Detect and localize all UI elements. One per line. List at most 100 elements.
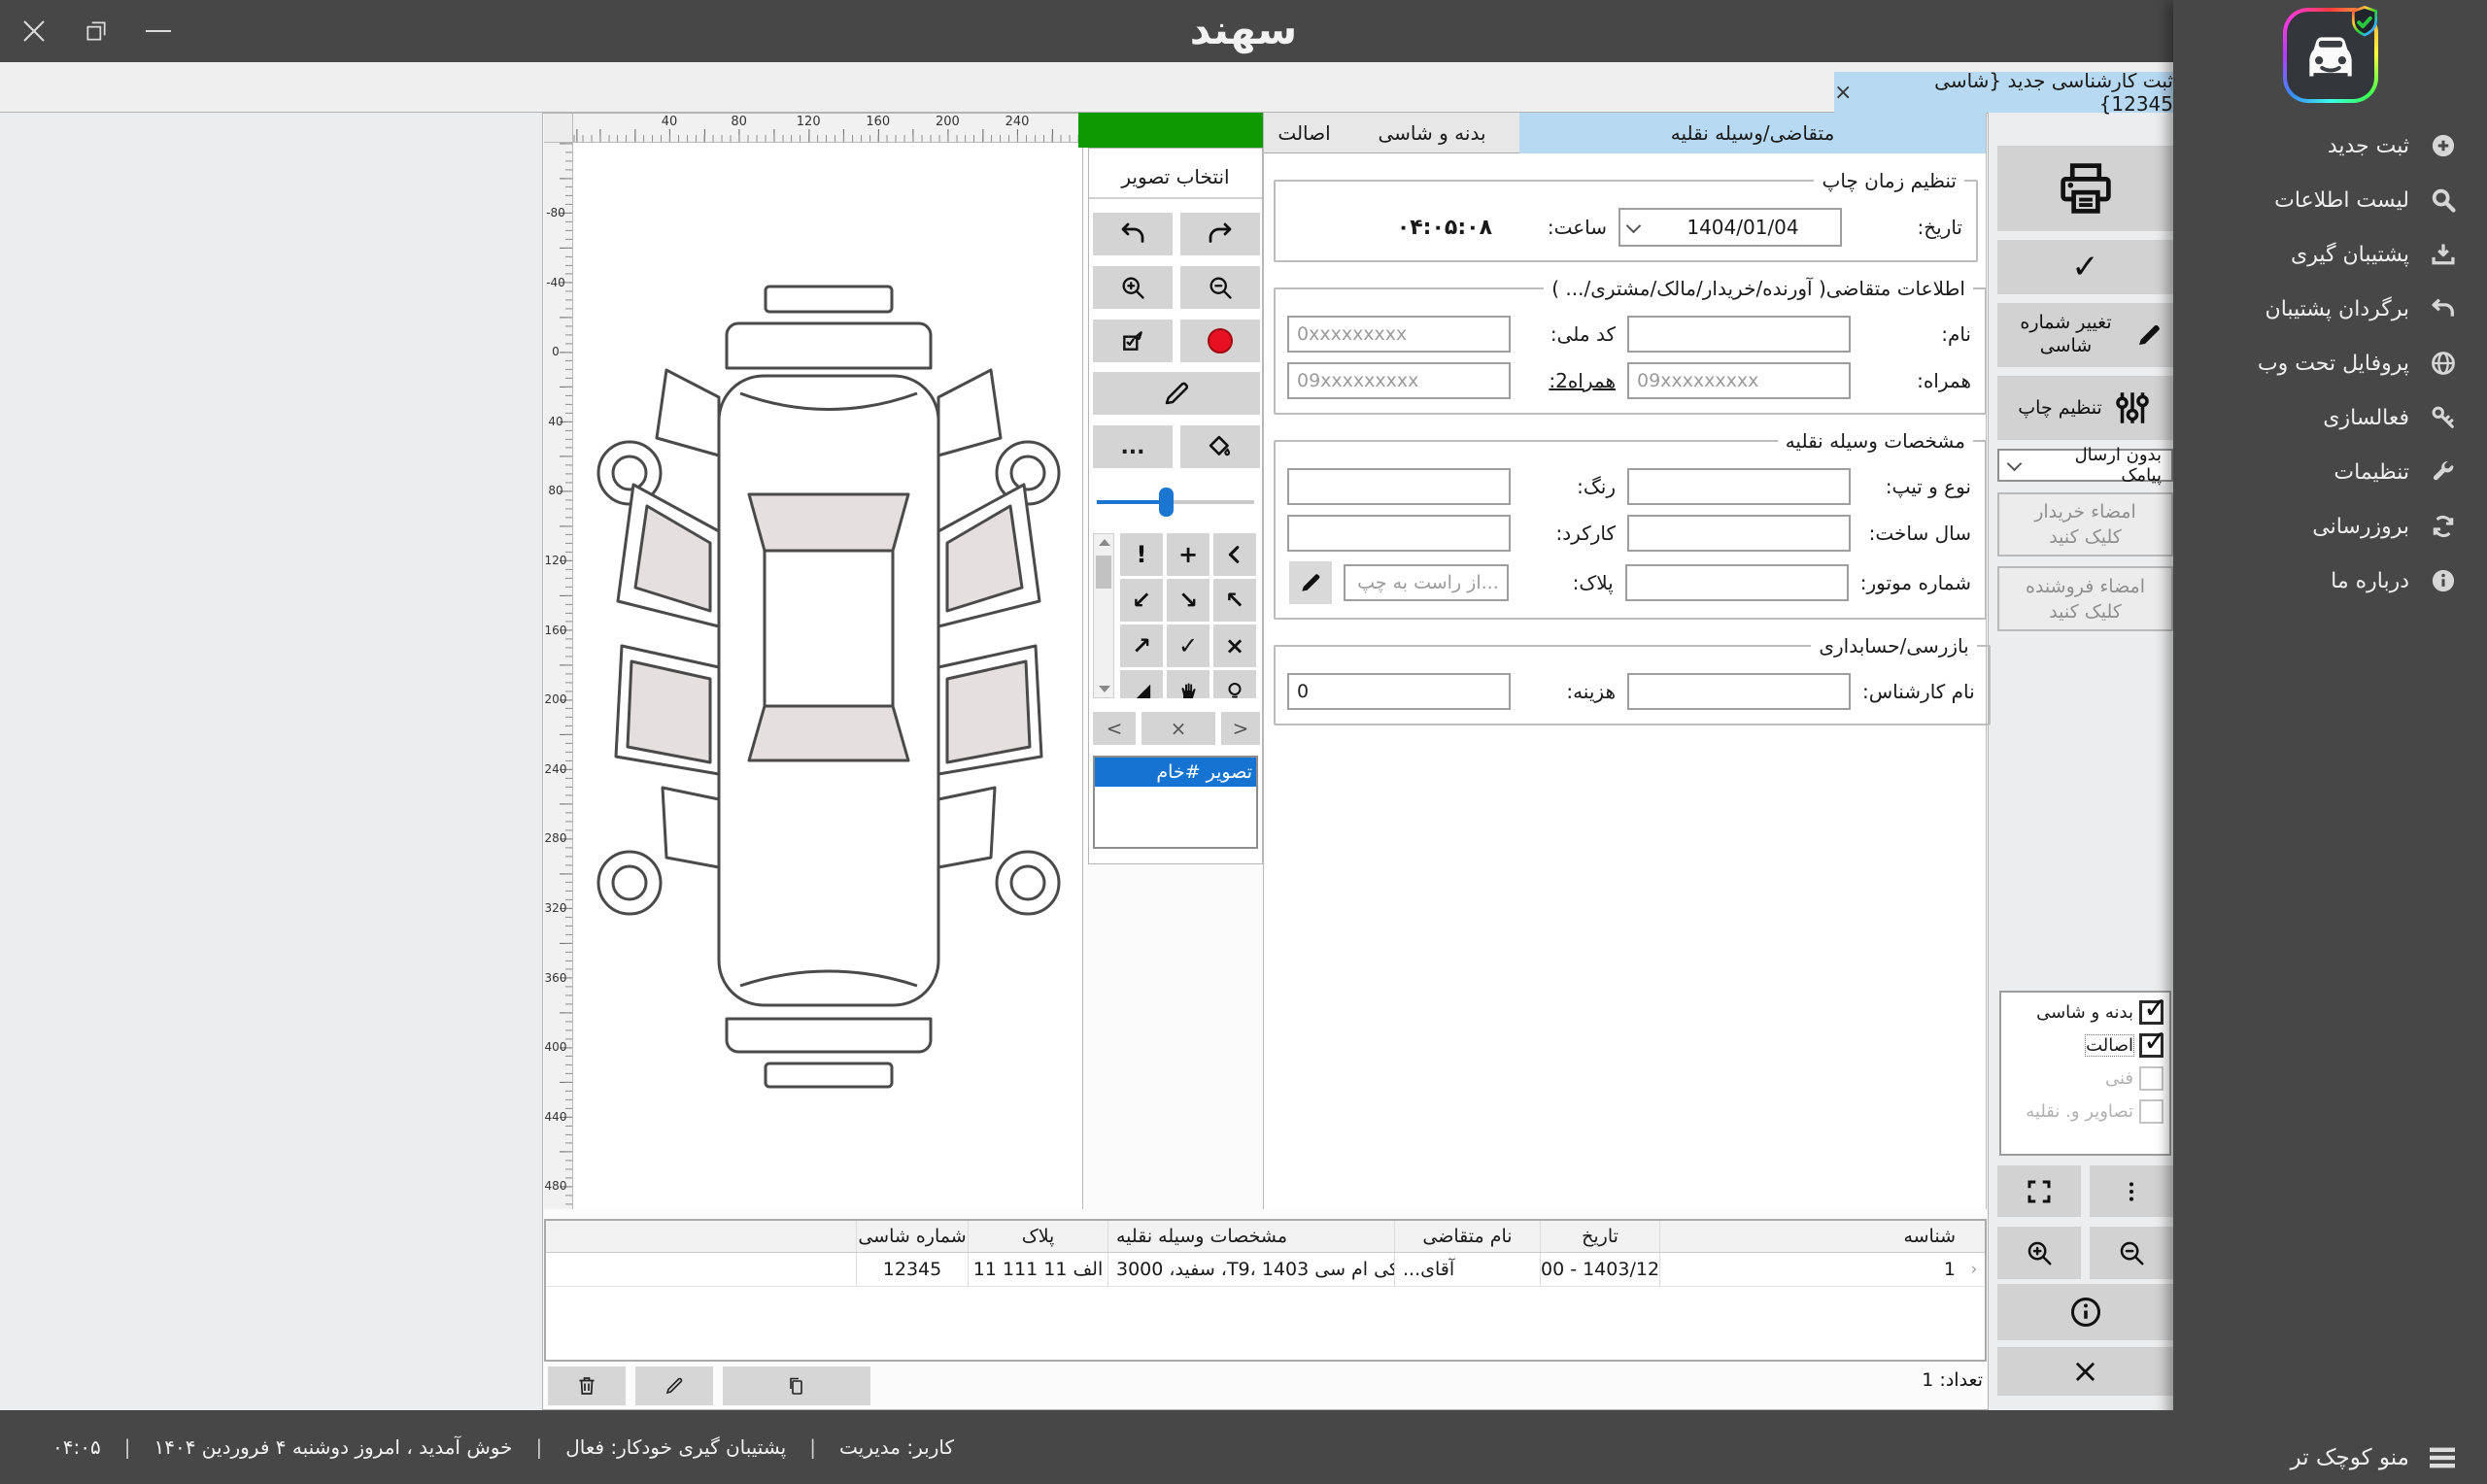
sms-dropdown[interactable]: بدون ارسال پیامک [1997, 449, 2173, 482]
year-input[interactable] [1627, 515, 1851, 552]
header-date[interactable]: تاریخ [1540, 1221, 1659, 1252]
brush-size-slider-thumb[interactable] [1159, 488, 1174, 517]
info-button[interactable] [1997, 1284, 2173, 1340]
national-id-input[interactable] [1287, 316, 1511, 353]
marker-grid-scrollbar[interactable] [1093, 533, 1114, 698]
buyer-signature-button[interactable]: امضاء خریدار کلیک کنید [1997, 492, 2173, 556]
expert-name-input[interactable] [1627, 673, 1851, 710]
marker-arrow-down-left-button[interactable]: ↙ [1120, 579, 1163, 622]
mobile2-input[interactable] [1287, 362, 1511, 399]
header-vehicle[interactable]: مشخصات وسیله نقلیه [1107, 1221, 1394, 1252]
select-stamp-button[interactable] [1093, 320, 1173, 362]
ruler-tick-label: 80 [544, 484, 567, 497]
records-table[interactable]: شناسه تاریخ نام متقاضی مشخصات وسیله نقلی… [544, 1219, 1987, 1362]
date-combobox[interactable]: 1404/01/04 [1618, 208, 1842, 247]
scrollbar-thumb[interactable] [1096, 556, 1111, 589]
seller-signature-button[interactable]: امضاء فروشنده کلیک کنید [1997, 566, 2173, 631]
marker-close-button[interactable]: × [1213, 624, 1256, 667]
zoom-in-button[interactable] [1997, 1227, 2081, 1279]
header-plate[interactable]: پلاک [968, 1221, 1107, 1252]
fill-bucket-button[interactable] [1180, 425, 1260, 468]
checkbox-vehicle-images[interactable]: تصاویر و. نقلیه [2007, 1099, 2163, 1124]
checkbox-body-chassis[interactable]: بدنه و شاسی [2007, 1000, 2163, 1025]
plate-input[interactable] [1344, 564, 1509, 601]
name-input[interactable] [1627, 316, 1851, 353]
next-image-button[interactable]: > [1221, 712, 1260, 745]
mileage-input[interactable] [1287, 515, 1511, 552]
marker-hand-button[interactable] [1167, 670, 1209, 698]
sidebar-item-restore-backup[interactable]: برگردان پشتیبان [2173, 282, 2487, 336]
duplicate-record-button[interactable] [723, 1366, 870, 1405]
tab-applicant-vehicle[interactable]: متقاضی/وسیله نقلیه [1519, 113, 1986, 153]
window-close-button[interactable] [12, 0, 56, 62]
change-chassis-label: تغییر شماره شاسی [2008, 312, 2125, 358]
table-row[interactable]: ‹ 1 13:00 - 1403/12/04 آقای... کی ام سی … [546, 1253, 1985, 1287]
sidebar-item-activation[interactable]: فعالسازی [2173, 390, 2487, 445]
checkbox-authenticity[interactable]: اصالت [2007, 1033, 2163, 1058]
marker-triangle-button[interactable]: ◢ [1120, 670, 1163, 698]
more-tools-button[interactable]: ... [1093, 425, 1173, 468]
image-list-item-selected[interactable]: تصویر #خام [1095, 758, 1256, 787]
car-diagram-canvas[interactable] [573, 143, 1083, 1209]
marker-plus-button[interactable]: + [1167, 533, 1209, 576]
marker-chevron-left-button[interactable] [1213, 533, 1256, 576]
record-color-button[interactable] [1180, 320, 1260, 362]
tab-authenticity[interactable]: اصالت [1264, 113, 1345, 153]
marker-check-button[interactable]: ✓ [1167, 624, 1209, 667]
collapse-menu-button[interactable]: منو کوچک تر [2291, 1445, 2459, 1470]
sidebar-item-update[interactable]: بروزرسانی [2173, 499, 2487, 554]
clear-image-button[interactable]: × [1141, 712, 1215, 745]
tab-body-chassis[interactable]: بدنه و شاسی [1345, 113, 1519, 153]
marker-arrow-down-right-button[interactable]: ↘ [1167, 579, 1209, 622]
checkbox-unchecked-icon [2139, 1099, 2163, 1124]
header-applicant[interactable]: نام متقاضی [1394, 1221, 1540, 1252]
zoom-out-button[interactable] [2090, 1227, 2173, 1279]
delete-record-button[interactable] [548, 1366, 626, 1405]
cell-vehicle: کی ام سی T9، 1403، سفید، 3000 [1107, 1253, 1394, 1286]
marker-bulb-button[interactable] [1213, 670, 1256, 698]
marker-arrow-up-left-button[interactable]: ↖ [1213, 579, 1256, 622]
document-tab[interactable]: ثبت کارشناسی جدید {شاسی 12345} × [1834, 72, 2173, 113]
edit-record-button[interactable] [635, 1366, 713, 1405]
confirm-button[interactable]: ✓ [1997, 240, 2173, 294]
mobile2-label[interactable]: همراه2: [1522, 369, 1616, 392]
checkbox-technical[interactable]: فنی [2007, 1066, 2163, 1091]
fullscreen-button[interactable] [1997, 1165, 2081, 1217]
sidebar-item-about[interactable]: درباره ما [2173, 554, 2487, 608]
zoom-in-button[interactable] [1093, 266, 1173, 309]
zoom-out-icon [1207, 274, 1234, 301]
sidebar-item-records-list[interactable]: لیست اطلاعات [2173, 173, 2487, 227]
app-logo-badge [2283, 8, 2378, 103]
plate-edit-button[interactable] [1289, 561, 1332, 604]
print-settings-button[interactable]: تنظیم چاپ [1997, 376, 2173, 440]
pencil-tool-button[interactable] [1093, 372, 1260, 415]
type-input[interactable] [1627, 468, 1851, 505]
close-document-button[interactable]: × [1997, 1347, 2173, 1396]
engine-number-input[interactable] [1625, 564, 1849, 601]
more-options-button[interactable] [2090, 1165, 2173, 1217]
window-restore-button[interactable] [74, 0, 119, 62]
header-chassis[interactable]: شماره شاسی [856, 1221, 968, 1252]
sidebar-item-web-profile[interactable]: پروفایل تحت وب [2173, 336, 2487, 390]
zoom-out-button[interactable] [1180, 266, 1260, 309]
image-list[interactable]: تصویر #خام [1093, 756, 1258, 849]
undo-button[interactable] [1093, 213, 1173, 255]
time-label: ساعت: [1529, 216, 1607, 239]
close-small-icon: × [1171, 717, 1187, 740]
sidebar-item-backup[interactable]: پشتیبان گیری [2173, 227, 2487, 282]
mobile-input[interactable] [1627, 362, 1851, 399]
marker-arrow-up-right-button[interactable]: ↗ [1120, 624, 1163, 667]
fee-input[interactable] [1287, 673, 1511, 710]
color-input[interactable] [1287, 468, 1511, 505]
sidebar-item-settings[interactable]: تنظیمات [2173, 445, 2487, 499]
sidebar-item-label: برگردان پشتیبان [2266, 297, 2409, 321]
sidebar-item-new-record[interactable]: ثبت جدید [2173, 118, 2487, 173]
header-id[interactable]: شناسه [1659, 1221, 1963, 1252]
redo-button[interactable] [1180, 213, 1260, 255]
marker-exclamation-button[interactable]: ! [1120, 533, 1163, 576]
print-button[interactable] [1997, 146, 2173, 231]
tab-close-icon[interactable]: × [1834, 81, 1852, 105]
window-minimize-button[interactable] [136, 0, 181, 62]
prev-image-button[interactable]: < [1093, 712, 1136, 745]
change-chassis-button[interactable]: تغییر شماره شاسی [1997, 303, 2173, 367]
